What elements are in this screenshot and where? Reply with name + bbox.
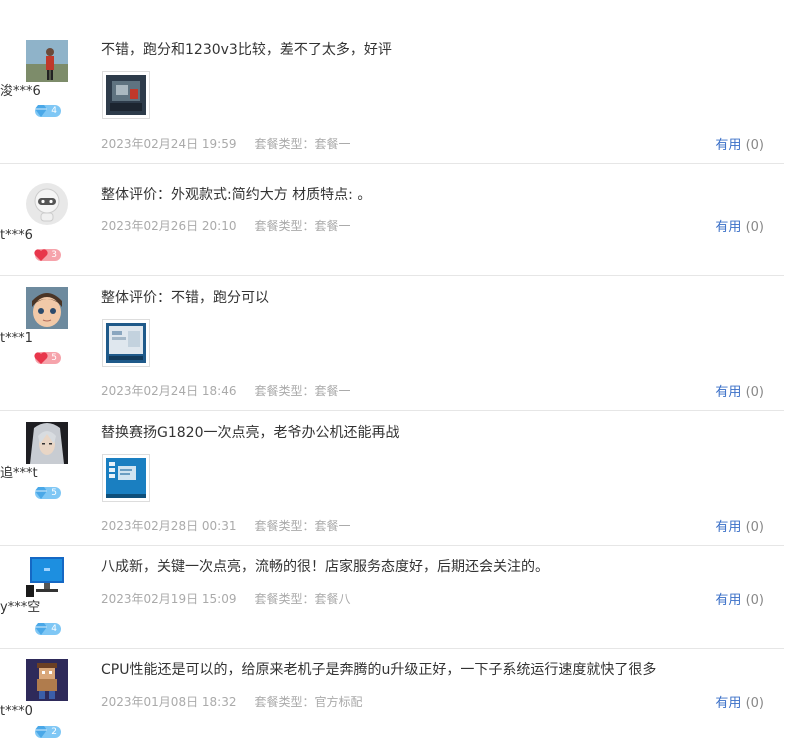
avatar[interactable] [26, 422, 68, 464]
avatar[interactable] [26, 555, 68, 597]
useful-count: (0) [745, 520, 764, 535]
diamond-icon [35, 623, 47, 635]
review-date: 2023年01月08日 18:32 [101, 695, 237, 709]
review-date: 2023年02月19日 15:09 [101, 592, 237, 606]
username: t***1 [0, 331, 33, 346]
useful-control: 有用 (0) [715, 692, 764, 711]
package-type: 套餐类型：套餐一 [254, 519, 351, 533]
heart-icon [34, 352, 48, 364]
review-content: 整体评价：外观款式:简约大方 材质特点: 。 [101, 187, 372, 203]
useful-count: (0) [745, 696, 764, 711]
useful-count: (0) [745, 138, 764, 153]
level-badge: 4 [35, 623, 61, 635]
review-photo[interactable] [102, 454, 150, 502]
username: t***0 [0, 704, 33, 719]
level-badge: 4 [35, 105, 61, 117]
diamond-icon [35, 487, 47, 499]
useful-control: 有用 (0) [715, 134, 764, 153]
avatar[interactable] [26, 40, 68, 82]
review-meta: 2023年01月08日 18:32 套餐类型：官方标配 [101, 693, 363, 710]
useful-control: 有用 (0) [715, 589, 764, 608]
package-type: 套餐类型：套餐一 [254, 384, 351, 398]
avatar[interactable] [26, 183, 68, 225]
review-date: 2023年02月26日 20:10 [101, 219, 237, 233]
avatar[interactable] [26, 287, 68, 329]
useful-button[interactable]: 有用 [715, 138, 741, 153]
package-type: 套餐类型：套餐八 [254, 592, 351, 606]
review-meta: 2023年02月28日 00:31 套餐类型：套餐一 [101, 517, 351, 534]
username: 浚***6 [0, 84, 41, 99]
useful-button[interactable]: 有用 [715, 696, 741, 711]
review-meta: 2023年02月24日 19:59 套餐类型：套餐一 [101, 135, 351, 152]
review-meta: 2023年02月26日 20:10 套餐类型：套餐一 [101, 217, 351, 234]
avatar[interactable] [26, 659, 68, 701]
review-content: 八成新，关键一次点亮，流畅的很！店家服务态度好，后期还会关注的。 [101, 559, 549, 575]
review-date: 2023年02月24日 18:46 [101, 384, 237, 398]
review-photo[interactable] [102, 71, 150, 119]
review-list: 浚***6 4 不错，跑分和1230v3比较，差不了太多，好评 2023年02月… [0, 0, 790, 745]
review-content: 不错，跑分和1230v3比较，差不了太多，好评 [101, 42, 392, 58]
review-item: t***1 5 整体评价：不错，跑分可以 2023年02月24日 18:46 套餐… [0, 275, 784, 411]
username: 追***t [0, 466, 38, 481]
review-item: t***0 2 CPU性能还是可以的，给原来老机子是奔腾的u升级正好，一下子系统… [0, 648, 784, 745]
review-content: 替换赛扬G1820一次点亮，老爷办公机还能再战 [101, 425, 400, 441]
review-meta: 2023年02月19日 15:09 套餐类型：套餐八 [101, 590, 351, 607]
review-item: 浚***6 4 不错，跑分和1230v3比较，差不了太多，好评 2023年02月… [0, 0, 784, 164]
package-type: 套餐类型：官方标配 [254, 695, 363, 709]
level-value: 5 [51, 353, 57, 363]
useful-count: (0) [745, 593, 764, 608]
level-badge: 5 [34, 352, 61, 364]
heart-icon [34, 249, 48, 261]
level-value: 5 [51, 488, 57, 498]
useful-control: 有用 (0) [715, 216, 764, 235]
review-item: t***6 3 整体评价：外观款式:简约大方 材质特点: 。 2023年02月2… [0, 163, 784, 276]
review-item: 追***t 5 替换赛扬G1820一次点亮，老爷办公机还能再战 2023年02月… [0, 410, 784, 546]
package-type: 套餐类型：套餐一 [254, 137, 351, 151]
review-meta: 2023年02月24日 18:46 套餐类型：套餐一 [101, 382, 351, 399]
useful-count: (0) [745, 220, 764, 235]
level-badge: 3 [34, 249, 61, 261]
level-badge: 5 [35, 487, 61, 499]
level-value: 3 [51, 250, 57, 260]
level-badge: 2 [35, 726, 61, 738]
username: t***6 [0, 228, 33, 243]
review-date: 2023年02月28日 00:31 [101, 519, 237, 533]
review-content: 整体评价：不错，跑分可以 [101, 290, 269, 306]
useful-count: (0) [745, 385, 764, 400]
useful-control: 有用 (0) [715, 381, 764, 400]
diamond-icon [35, 726, 47, 738]
useful-button[interactable]: 有用 [715, 220, 741, 235]
review-photo[interactable] [102, 319, 150, 367]
useful-button[interactable]: 有用 [715, 593, 741, 608]
package-type: 套餐类型：套餐一 [254, 219, 351, 233]
review-content: CPU性能还是可以的，给原来老机子是奔腾的u升级正好，一下子系统运行速度就快了很… [101, 662, 657, 678]
review-item: y***空 4 八成新，关键一次点亮，流畅的很！店家服务态度好，后期还会关注的。… [0, 545, 784, 649]
username: y***空 [0, 600, 41, 615]
level-value: 2 [51, 727, 57, 737]
useful-button[interactable]: 有用 [715, 385, 741, 400]
useful-control: 有用 (0) [715, 516, 764, 535]
level-value: 4 [51, 106, 57, 116]
diamond-icon [35, 105, 47, 117]
level-value: 4 [51, 624, 57, 634]
useful-button[interactable]: 有用 [715, 520, 741, 535]
review-date: 2023年02月24日 19:59 [101, 137, 237, 151]
